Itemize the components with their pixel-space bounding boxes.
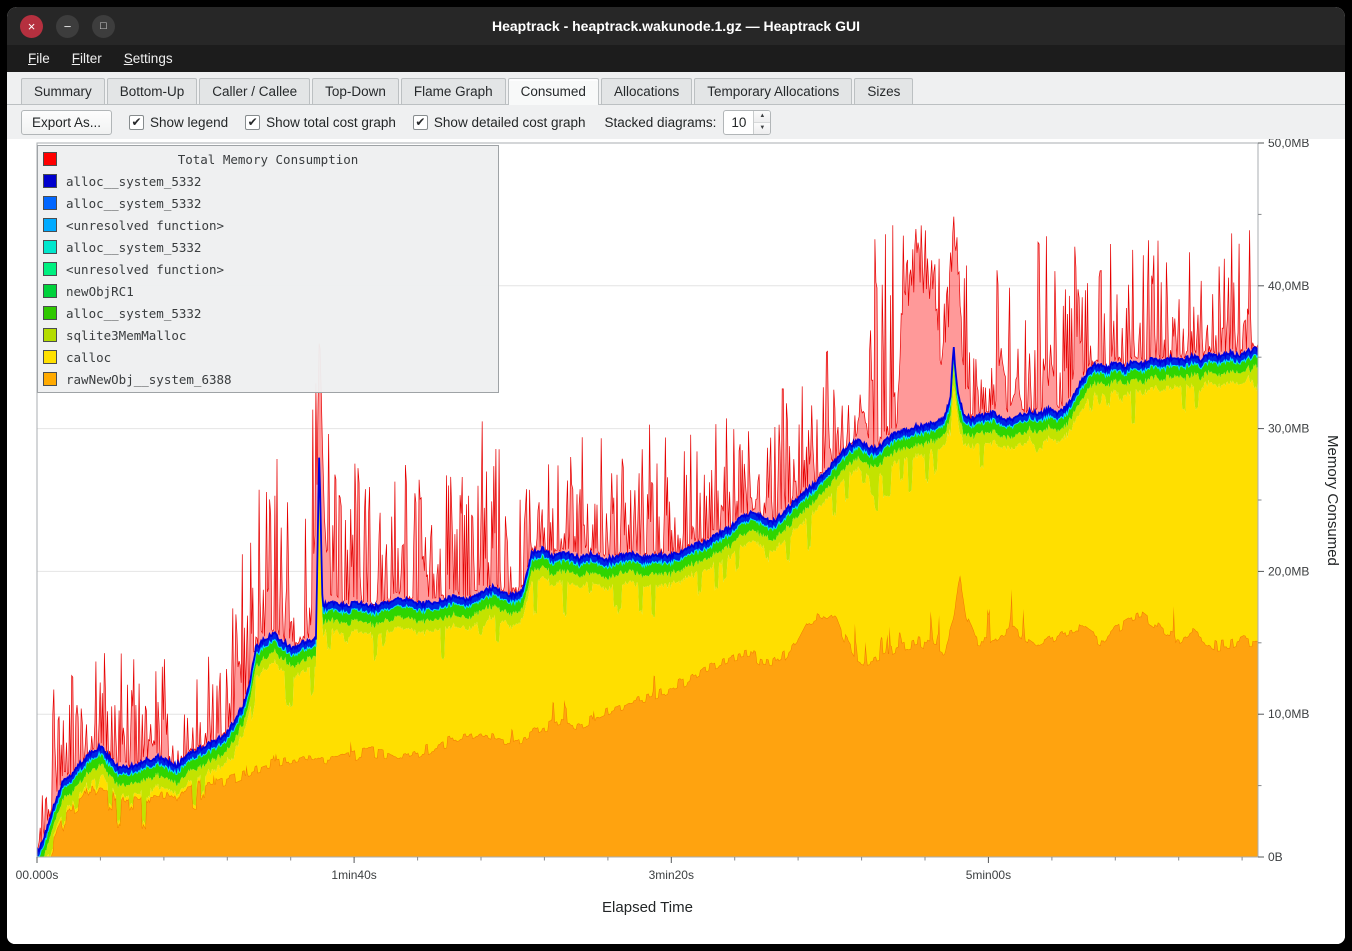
menu-bar: FileFilterSettings xyxy=(7,45,1345,72)
legend-title-row: Total Memory Consumption xyxy=(38,148,498,170)
memory-consumption-chart[interactable]: 00.000s 1min40s 3min20s 5min00s 0B 10,0MB 20,0… xyxy=(7,139,1345,944)
minimize-icon: − xyxy=(64,19,72,34)
legend-item: sqlite3MemMalloc xyxy=(38,324,498,346)
close-icon: × xyxy=(28,19,36,34)
x-tick-label: 3min20s xyxy=(649,868,694,882)
legend-swatch xyxy=(43,152,57,166)
tab-caller-callee[interactable]: Caller / Callee xyxy=(199,78,310,104)
spinbox-down-button[interactable]: ▼ xyxy=(754,123,770,134)
legend-item: alloc__system_5332 xyxy=(38,236,498,258)
legend-item-label: <unresolved function> xyxy=(66,218,224,233)
maximize-icon: □ xyxy=(100,21,107,32)
x-tick-label: 1min40s xyxy=(331,868,376,882)
legend-item-label: alloc__system_5332 xyxy=(66,174,201,189)
legend-item-label: alloc__system_5332 xyxy=(66,306,201,321)
menu-settings[interactable]: Settings xyxy=(113,47,184,70)
spinbox-buttons: ▲ ▼ xyxy=(753,111,770,134)
stacked-diagrams-label: Stacked diagrams: xyxy=(605,115,717,130)
legend-item-label: alloc__system_5332 xyxy=(66,196,201,211)
tab-bottom-up[interactable]: Bottom-Up xyxy=(107,78,198,104)
menu-filter[interactable]: Filter xyxy=(61,47,113,70)
menu-file[interactable]: File xyxy=(17,47,61,70)
y-axis-title: Memory Consumed xyxy=(1324,435,1341,566)
legend-swatch xyxy=(43,350,57,364)
tab-top-down[interactable]: Top-Down xyxy=(312,78,399,104)
x-tick-label: 00.000s xyxy=(16,868,59,882)
show-total-cost-graph-checkbox[interactable]: ✔ Show total cost graph xyxy=(245,115,396,130)
y-tick-label: 40,0MB xyxy=(1268,279,1309,293)
legend-item: calloc xyxy=(38,346,498,368)
export-as-button[interactable]: Export As... xyxy=(21,110,112,135)
y-tick-label: 20,0MB xyxy=(1268,564,1309,578)
y-axis-title-wrap: Memory Consumed xyxy=(1324,143,1341,857)
legend-item: alloc__system_5332 xyxy=(38,302,498,324)
show-legend-checkbox[interactable]: ✔ Show legend xyxy=(129,115,228,130)
tab-temporary-allocations[interactable]: Temporary Allocations xyxy=(694,78,852,104)
checkmark-icon: ✔ xyxy=(129,115,144,130)
y-tick-label: 0B xyxy=(1268,850,1283,864)
checkbox-label: Show total cost graph xyxy=(266,115,396,130)
checkbox-label: Show legend xyxy=(150,115,228,130)
y-tick-label: 30,0MB xyxy=(1268,422,1309,436)
tab-sizes[interactable]: Sizes xyxy=(854,78,913,104)
legend-item-label: calloc xyxy=(66,350,111,365)
legend-swatch xyxy=(43,174,57,188)
legend-item: <unresolved function> xyxy=(38,214,498,236)
y-tick-label: 10,0MB xyxy=(1268,707,1309,721)
checkmark-icon: ✔ xyxy=(245,115,260,130)
stacked-diagrams-value: 10 xyxy=(724,111,753,134)
checkmark-icon: ✔ xyxy=(413,115,428,130)
app-window: × − □ Heaptrack - heaptrack.wakunode.1.g… xyxy=(7,7,1345,944)
minimize-button[interactable]: − xyxy=(56,15,79,38)
legend-swatch xyxy=(43,262,57,276)
legend-swatch xyxy=(43,306,57,320)
checkbox-label: Show detailed cost graph xyxy=(434,115,586,130)
title-bar: × − □ Heaptrack - heaptrack.wakunode.1.g… xyxy=(7,7,1345,45)
legend-item-label: sqlite3MemMalloc xyxy=(66,328,186,343)
tab-summary[interactable]: Summary xyxy=(21,78,105,104)
show-detailed-cost-graph-checkbox[interactable]: ✔ Show detailed cost graph xyxy=(413,115,586,130)
legend-swatch xyxy=(43,284,57,298)
x-tick-label: 5min00s xyxy=(966,868,1011,882)
maximize-button[interactable]: □ xyxy=(92,15,115,38)
legend-item: alloc__system_5332 xyxy=(38,170,498,192)
y-tick-label: 50,0MB xyxy=(1268,139,1309,150)
legend-item: newObjRC1 xyxy=(38,280,498,302)
legend-item: <unresolved function> xyxy=(38,258,498,280)
legend-item-label: alloc__system_5332 xyxy=(66,240,201,255)
legend-item-label: newObjRC1 xyxy=(66,284,134,299)
chart-legend: Total Memory Consumption alloc__system_53… xyxy=(37,145,499,393)
x-axis-title: Elapsed Time xyxy=(37,899,1258,916)
legend-swatch xyxy=(43,218,57,232)
legend-swatch xyxy=(43,240,57,254)
tab-consumed[interactable]: Consumed xyxy=(508,78,599,105)
legend-title: Total Memory Consumption xyxy=(178,152,359,167)
toolbar: Export As... ✔ Show legend ✔ Show total cos… xyxy=(7,105,1345,139)
window-title: Heaptrack - heaptrack.wakunode.1.gz — He… xyxy=(7,18,1345,34)
legend-swatch xyxy=(43,328,57,342)
legend-item-label: <unresolved function> xyxy=(66,262,224,277)
close-button[interactable]: × xyxy=(20,15,43,38)
spinbox-up-button[interactable]: ▲ xyxy=(754,111,770,123)
legend-item: rawNewObj__system_6388 xyxy=(38,368,498,390)
legend-item: alloc__system_5332 xyxy=(38,192,498,214)
legend-item-label: rawNewObj__system_6388 xyxy=(66,372,232,387)
legend-swatch xyxy=(43,196,57,210)
tab-bar: SummaryBottom-UpCaller / CalleeTop-DownF… xyxy=(7,72,1345,105)
stacked-diagrams-spinbox[interactable]: 10 ▲ ▼ xyxy=(723,110,771,135)
checkbox-group: ✔ Show legend ✔ Show total cost graph ✔ Show … xyxy=(112,115,586,130)
tab-allocations[interactable]: Allocations xyxy=(601,78,692,104)
legend-swatch xyxy=(43,372,57,386)
tab-flame-graph[interactable]: Flame Graph xyxy=(401,78,506,104)
